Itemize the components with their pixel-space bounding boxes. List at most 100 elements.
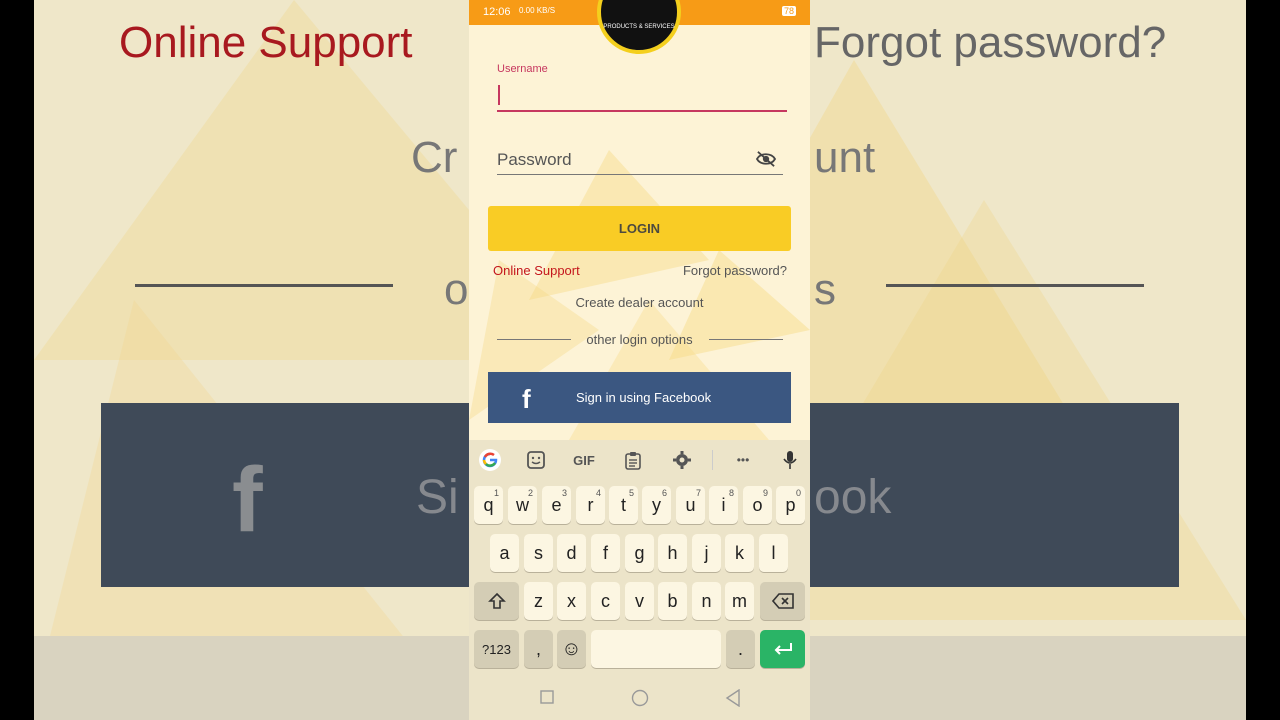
key-j[interactable]: j [692,534,721,572]
brand-logo: PRODUCTS & SERVICES [597,0,681,54]
key-v[interactable]: v [625,582,654,620]
comma-key[interactable]: , [524,630,553,668]
back-icon[interactable] [725,689,741,707]
backspace-key[interactable] [760,582,805,620]
key-c[interactable]: c [591,582,620,620]
divider-right [709,339,783,340]
key-y[interactable]: y6 [642,486,671,524]
key-d[interactable]: d [557,534,586,572]
space-key[interactable] [591,630,721,668]
key-x[interactable]: x [557,582,586,620]
shift-icon [487,592,506,609]
key-l[interactable]: l [759,534,788,572]
visibility-off-icon[interactable] [755,150,777,168]
username-input[interactable] [497,80,787,112]
toolbar-separator [712,450,713,470]
logo-text: PRODUCTS & SERVICES [603,24,675,30]
google-icon[interactable] [477,448,503,472]
microphone-icon[interactable] [780,448,800,472]
key-f[interactable]: f [591,534,620,572]
key-g[interactable]: g [625,534,654,572]
bg-forgot-password: Forgot password? [814,18,1167,67]
key-y-label: y [652,494,661,515]
key-n[interactable]: n [692,582,721,620]
key-t-num: 5 [628,488,634,498]
key-q-label: q [483,494,494,515]
forgot-password-link[interactable]: Forgot password? [683,263,787,278]
key-b[interactable]: b [658,582,687,620]
bg-facebook-right: ook [814,471,892,524]
key-y-num: 6 [661,488,667,498]
symbols-key[interactable]: ?123 [474,630,519,668]
key-k[interactable]: k [725,534,754,572]
onscreen-keyboard: GIF ••• q1 w2 e3 r4 t5 y6 u7 i8 o9 p0 a … [469,440,810,676]
key-w-num: 2 [527,488,533,498]
facebook-icon: f [522,384,531,414]
key-o-label: o [752,494,763,515]
key-i-label: i [721,494,726,515]
key-e-label: e [551,494,562,515]
backspace-icon [771,593,794,609]
enter-icon [774,643,792,655]
key-r-label: r [587,494,594,515]
text-caret [498,85,500,105]
period-key[interactable]: . [726,630,755,668]
bg-divider-left [135,284,393,287]
key-o-num: 9 [762,488,768,498]
key-r[interactable]: r4 [576,486,605,524]
login-button[interactable]: LOGIN [488,206,791,251]
key-i[interactable]: i8 [709,486,738,524]
key-o[interactable]: o9 [743,486,772,524]
key-p-num: 0 [795,488,801,498]
key-i-num: 8 [728,488,734,498]
bg-online-support: Online Support [119,18,413,67]
key-u[interactable]: u7 [676,486,705,524]
key-q-num: 1 [493,488,499,498]
network-speed: 0.00 KB/S [519,6,556,15]
battery-indicator: 78 [781,6,796,16]
bg-create-right: unt [814,133,876,182]
key-e-num: 3 [561,488,567,498]
recents-icon[interactable] [539,689,555,705]
key-p[interactable]: p0 [776,486,805,524]
keyboard-toolbar: GIF ••• [469,440,810,480]
bg-other-left: o [444,265,469,314]
home-icon[interactable] [631,689,649,707]
settings-gear-icon[interactable] [670,448,694,472]
facebook-signin-label: Sign in using Facebook [576,390,712,405]
bg-other-right: s [814,265,836,314]
key-z[interactable]: z [524,582,553,620]
username-label: Username [497,63,548,75]
clipboard-icon[interactable] [621,448,645,472]
bg-facebook-icon: f [232,449,263,551]
create-dealer-account-link[interactable]: Create dealer account [469,295,810,310]
password-placeholder: Password [497,150,572,169]
sticker-icon[interactable] [524,448,548,472]
key-p-label: p [785,494,796,515]
system-nav-bar [469,676,810,720]
shift-key[interactable] [474,582,519,620]
bg-divider-right [886,284,1144,287]
phone-screen: 12:06 0.00 KB/S 78 PRODUCTS & SERVICES U… [469,0,810,720]
key-a[interactable]: a [490,534,519,572]
key-s[interactable]: s [524,534,553,572]
key-m[interactable]: m [725,582,754,620]
key-q[interactable]: q1 [474,486,503,524]
bg-facebook-left: Si [416,471,459,524]
key-u-num: 7 [695,488,701,498]
key-u-label: u [685,494,696,515]
online-support-link[interactable]: Online Support [493,263,580,278]
facebook-signin-button[interactable]: f Sign in using Facebook [488,372,791,423]
enter-key[interactable] [760,630,805,668]
emoji-key[interactable]: ☺ [557,630,586,668]
bg-create-left: Cr [411,133,458,182]
gif-icon[interactable]: GIF [569,448,599,472]
key-h[interactable]: h [658,534,687,572]
more-options-icon[interactable]: ••• [731,448,755,472]
key-t[interactable]: t5 [609,486,638,524]
key-e[interactable]: e3 [542,486,571,524]
key-t-label: t [620,494,626,515]
key-w[interactable]: w2 [508,486,537,524]
status-time: 12:06 [483,6,511,18]
password-field[interactable]: Password [497,146,783,175]
